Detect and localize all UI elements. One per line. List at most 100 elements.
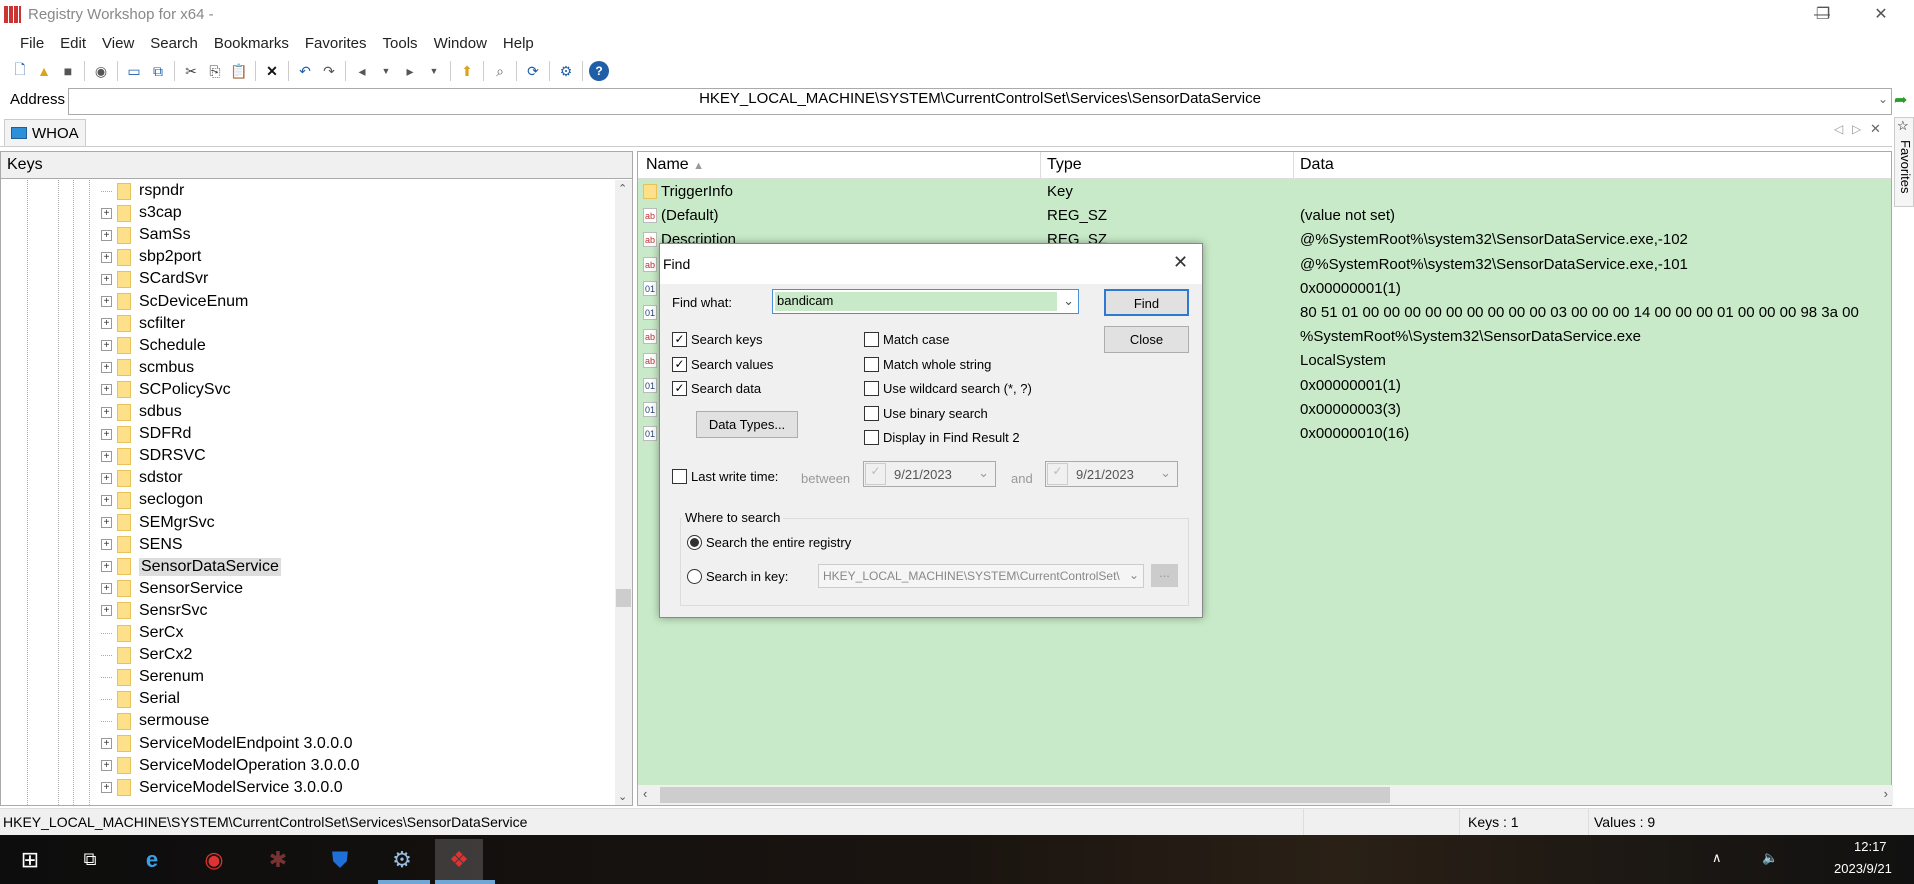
go-icon[interactable]: ➦ bbox=[1894, 90, 1907, 110]
expand-icon[interactable]: + bbox=[101, 782, 112, 794]
redo-icon[interactable]: ↷ bbox=[319, 61, 339, 81]
tree-item[interactable]: + SamSs bbox=[101, 224, 191, 246]
tree-item[interactable]: + ServiceModelOperation 3.0.0.0 bbox=[101, 755, 360, 777]
value-row[interactable]: ab (Default) REG_SZ (value not set) bbox=[638, 204, 1891, 228]
tray-chevron-icon[interactable]: ∧ bbox=[1712, 850, 1722, 866]
expand-icon[interactable]: + bbox=[101, 296, 112, 307]
column-name[interactable]: Name ▲ bbox=[646, 156, 704, 174]
column-data[interactable]: Data bbox=[1300, 156, 1334, 174]
find-what-dropdown-icon[interactable]: ⌄ bbox=[1063, 293, 1074, 309]
date-to-picker[interactable]: ✓ 9/21/2023 ⌄ bbox=[1045, 461, 1178, 487]
tree-item[interactable]: + ServiceModelService 3.0.0.0 bbox=[101, 777, 343, 799]
radio-search-in-key[interactable]: Search in key: bbox=[687, 569, 788, 584]
address-dropdown-icon[interactable]: ⌄ bbox=[1878, 92, 1888, 106]
expand-icon[interactable]: + bbox=[101, 738, 112, 749]
tree-item[interactable]: sermouse bbox=[101, 710, 209, 732]
expand-icon[interactable]: + bbox=[101, 605, 112, 617]
browse-key-button[interactable]: ... bbox=[1151, 564, 1178, 587]
radio-search-entire-registry[interactable]: Search the entire registry bbox=[687, 535, 851, 550]
copy-icon[interactable]: ⎘ bbox=[205, 61, 225, 81]
tree-item[interactable]: Serenum bbox=[101, 666, 204, 688]
checkbox-match-case[interactable]: Match case bbox=[864, 332, 949, 347]
tree-item[interactable]: + sdstor bbox=[101, 467, 183, 489]
tab-close-icon[interactable]: ✕ bbox=[1870, 121, 1881, 137]
checkbox-use-binary-search[interactable]: Use binary search bbox=[864, 405, 988, 421]
expand-icon[interactable]: + bbox=[101, 428, 112, 440]
tree-item[interactable]: + SDRSVC bbox=[101, 445, 206, 467]
values-horizontal-scrollbar[interactable]: ‹ › bbox=[638, 785, 1893, 805]
start-windows-icon[interactable]: ⊞ bbox=[6, 839, 54, 880]
tree-item[interactable]: + SCardSvr bbox=[101, 268, 208, 290]
expand-icon[interactable]: + bbox=[101, 318, 112, 330]
tree-item[interactable]: + sbp2port bbox=[101, 246, 201, 268]
back-dropdown-icon[interactable]: ▼ bbox=[376, 61, 396, 81]
expand-icon[interactable]: + bbox=[101, 450, 112, 462]
find-dialog-close-icon[interactable]: ✕ bbox=[1173, 252, 1188, 273]
menu-window[interactable]: Window bbox=[426, 32, 495, 56]
paste-icon[interactable]: 📋 bbox=[229, 61, 249, 81]
tree-item[interactable]: + scmbus bbox=[101, 357, 194, 379]
forward-icon[interactable]: ▸ bbox=[400, 61, 420, 81]
last-write-time-checkbox[interactable]: Last write time: bbox=[672, 469, 778, 484]
app-icon-bug[interactable]: ✱ bbox=[254, 839, 302, 880]
column-type[interactable]: Type bbox=[1047, 156, 1082, 174]
tree-item[interactable]: + SDFRd bbox=[101, 423, 191, 445]
checkbox-match-whole-string[interactable]: Match whole string bbox=[864, 356, 991, 372]
registry-workshop-task-icon[interactable]: ❖ bbox=[435, 839, 483, 880]
close-dialog-button[interactable]: Close bbox=[1104, 326, 1189, 353]
expand-icon[interactable]: + bbox=[101, 517, 112, 528]
checkbox-search-values[interactable]: ✓ Search values bbox=[672, 356, 773, 372]
expand-icon[interactable]: + bbox=[101, 539, 112, 551]
expand-icon[interactable]: + bbox=[101, 251, 112, 263]
tree-item[interactable]: + ServiceModelEndpoint 3.0.0.0 bbox=[101, 733, 352, 755]
app-icon-settings[interactable]: ⚙ bbox=[378, 839, 426, 880]
delete-icon[interactable]: ✕ bbox=[262, 61, 282, 81]
undo-icon[interactable]: ↶ bbox=[295, 61, 315, 81]
tree-item[interactable]: + ScDeviceEnum bbox=[101, 291, 248, 313]
tree-item[interactable]: + Schedule bbox=[101, 335, 206, 357]
tree-item[interactable]: Serial bbox=[101, 688, 180, 710]
tree-item[interactable]: + seclogon bbox=[101, 489, 203, 511]
tree-item[interactable]: + SensorService bbox=[101, 578, 243, 600]
menu-edit[interactable]: Edit bbox=[52, 32, 94, 56]
find-button[interactable]: Find bbox=[1104, 289, 1189, 316]
import-icon[interactable]: ▲ bbox=[34, 61, 54, 81]
volume-icon[interactable]: 🔈 bbox=[1762, 850, 1778, 866]
app-icon-shield[interactable]: ⛊ bbox=[316, 839, 364, 880]
tree-item[interactable]: + SensorDataService bbox=[101, 556, 281, 578]
expand-icon[interactable]: + bbox=[101, 207, 112, 219]
expand-icon[interactable]: + bbox=[101, 760, 112, 772]
expand-icon[interactable]: + bbox=[101, 583, 112, 595]
tree-item[interactable]: + SCPolicySvc bbox=[101, 379, 231, 401]
expand-icon[interactable]: + bbox=[101, 561, 112, 573]
data-types-button[interactable]: Data Types... bbox=[696, 411, 798, 438]
menu-view[interactable]: View bbox=[94, 32, 142, 56]
expand-icon[interactable]: + bbox=[101, 362, 112, 374]
tree-item[interactable]: SerCx2 bbox=[101, 644, 192, 666]
options-gear-icon[interactable]: ⚙ bbox=[556, 61, 576, 81]
tree-item[interactable]: SerCx bbox=[101, 622, 183, 644]
menu-help[interactable]: Help bbox=[495, 32, 542, 56]
clock-time[interactable]: 12:17 bbox=[1854, 839, 1887, 854]
tree-item[interactable]: + s3cap bbox=[101, 202, 182, 224]
checkbox-search-data[interactable]: ✓ Search data bbox=[672, 381, 761, 396]
tree-item[interactable]: + sdbus bbox=[101, 401, 182, 423]
tab-whoa[interactable]: WHOA bbox=[4, 119, 86, 146]
go-up-icon[interactable]: ⬆ bbox=[457, 61, 477, 81]
checkbox-use-wildcard-search[interactable]: Use wildcard search (*, ?) bbox=[864, 381, 1032, 396]
address-input[interactable]: HKEY_LOCAL_MACHINE\SYSTEM\CurrentControl… bbox=[68, 88, 1892, 115]
find-icon[interactable]: ⌕ bbox=[490, 61, 510, 81]
snapshot-icon[interactable]: ◉ bbox=[91, 61, 111, 81]
task-view-icon[interactable]: ⧉ bbox=[66, 839, 114, 880]
maximize-button[interactable]: ❐ bbox=[1800, 0, 1846, 30]
menu-bookmarks[interactable]: Bookmarks bbox=[206, 32, 297, 56]
help-icon[interactable]: ? bbox=[589, 61, 609, 81]
values-scroll-thumb[interactable] bbox=[660, 787, 1390, 803]
close-button[interactable]: ✕ bbox=[1858, 0, 1904, 30]
expand-icon[interactable]: + bbox=[101, 406, 112, 418]
tree-vertical-scrollbar[interactable]: ⌃ ⌄ bbox=[615, 180, 632, 805]
tree-item[interactable]: + SENS bbox=[101, 534, 183, 556]
checkbox-search-keys[interactable]: ✓ Search keys bbox=[672, 332, 763, 347]
tab-next-icon[interactable]: ▷ bbox=[1852, 122, 1861, 136]
tree-item[interactable]: rspndr bbox=[101, 180, 184, 202]
